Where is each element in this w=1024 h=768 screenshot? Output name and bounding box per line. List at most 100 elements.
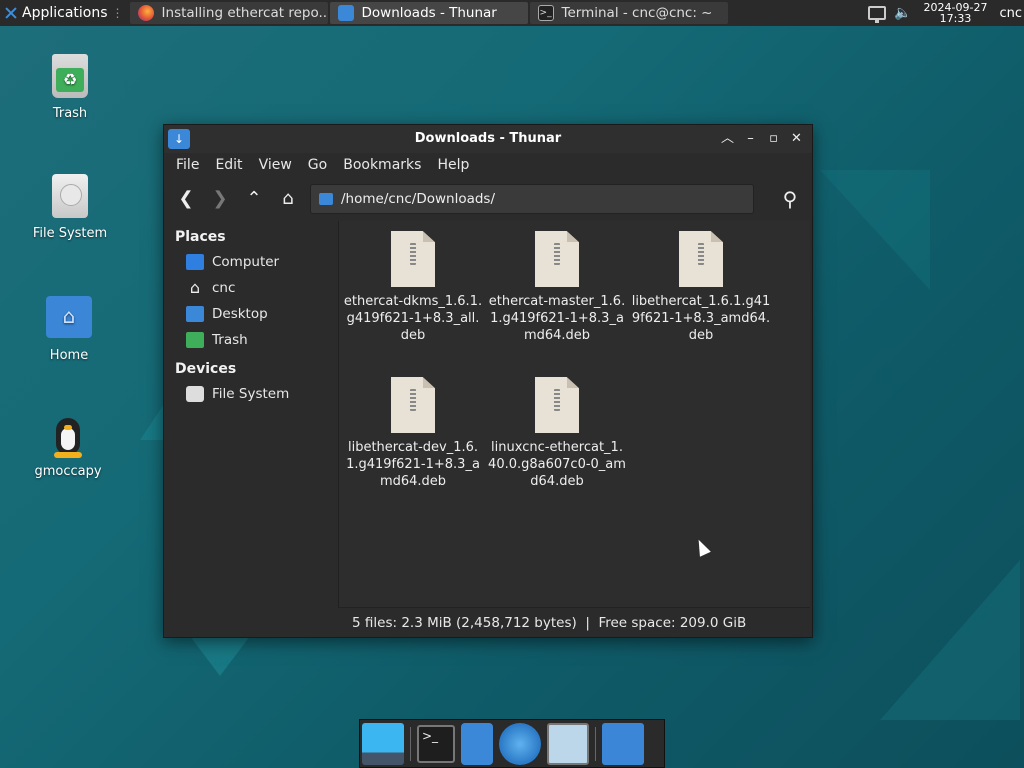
archive-file-icon: [391, 231, 435, 287]
back-button[interactable]: ❮: [170, 183, 202, 215]
forward-button[interactable]: ❯: [204, 183, 236, 215]
menu-file[interactable]: File: [168, 157, 207, 173]
search-button[interactable]: ⚲: [774, 183, 806, 215]
wallpaper-shard: [880, 560, 1020, 720]
taskbar-item-label: Installing ethercat repo...: [161, 5, 328, 21]
menu-view[interactable]: View: [251, 157, 300, 173]
taskbar-item-label: Downloads - Thunar: [361, 5, 497, 21]
user-menu[interactable]: cnc: [999, 6, 1024, 21]
desktop-icon-label: Home: [49, 348, 89, 363]
sidebar-item-cnc[interactable]: ⌂ cnc: [164, 275, 338, 301]
file-name: libethercat_1.6.1.g419f621-1+8.3_amd64.d…: [631, 294, 771, 343]
menubar: File Edit View Go Bookmarks Help: [164, 153, 812, 177]
toolbar: ❮ ❯ ⌃ ⌂ /home/cnc/Downloads/ ⚲: [164, 177, 812, 221]
terminal-icon: >_: [537, 5, 554, 21]
tux-penguin-icon: [48, 412, 88, 460]
desktop-icon-label: File System: [32, 226, 108, 241]
dock-separator: [410, 726, 411, 761]
desktop-icon-home[interactable]: Home: [19, 292, 119, 363]
dock: >_: [359, 719, 665, 768]
window-title: Downloads - Thunar: [414, 131, 562, 146]
clock[interactable]: 2024-09-27 17:33: [920, 2, 992, 24]
sidebar-item-file-system[interactable]: File System: [164, 381, 338, 407]
show-desktop-button[interactable]: [362, 722, 404, 765]
parent-folder-button[interactable]: ⌃: [238, 183, 270, 215]
menu-go[interactable]: Go: [300, 157, 335, 173]
applications-menu-button[interactable]: Applications ⋮: [0, 0, 128, 26]
desktop-icon-label: Trash: [52, 106, 88, 121]
taskbar-item-firefox[interactable]: Installing ethercat repo...: [129, 2, 328, 24]
menu-bookmarks[interactable]: Bookmarks: [335, 157, 429, 173]
archive-file-icon: [535, 231, 579, 287]
desktop-icon-trash[interactable]: Trash: [20, 52, 120, 121]
minimize-button[interactable]: –: [741, 129, 760, 148]
app-finder-launcher[interactable]: [547, 722, 589, 765]
file-item[interactable]: libethercat-dev_1.6.1.g419f621-1+8.3_amd…: [343, 377, 483, 490]
system-tray: 🔈 2024-09-27 17:33 cnc: [868, 0, 1024, 26]
sidebar-item-computer[interactable]: Computer: [164, 249, 338, 275]
wallpaper-shard: [190, 636, 250, 676]
network-icon[interactable]: [868, 6, 887, 23]
drive-icon: [186, 386, 204, 402]
panel-separator: ⋮: [111, 6, 124, 20]
file-name: ethercat-master_1.6.1.g419f621-1+8.3_amd…: [488, 294, 626, 343]
window-titlebar[interactable]: ↓ Downloads - Thunar ︿ – ▫ ✕: [164, 125, 812, 153]
maximize-button[interactable]: ▫: [764, 129, 783, 148]
sidebar-heading-places: Places: [175, 229, 226, 245]
file-name: ethercat-dkms_1.6.1.g419f621-1+8.3_all.d…: [343, 294, 483, 343]
chevron-up-icon: ⌃: [246, 188, 262, 209]
drive-icon: [52, 174, 88, 218]
file-item[interactable]: ethercat-dkms_1.6.1.g419f621-1+8.3_all.d…: [343, 231, 483, 344]
close-button[interactable]: ✕: [787, 129, 806, 148]
home-button[interactable]: ⌂: [272, 183, 304, 215]
sidebar-item-label: Computer: [212, 254, 280, 270]
file-view[interactable]: ethercat-dkms_1.6.1.g419f621-1+8.3_all.d…: [339, 221, 810, 607]
desktop-icon-file-system[interactable]: File System: [20, 172, 120, 241]
desktop-icon-gmoccapy[interactable]: gmoccapy: [18, 412, 118, 479]
taskbar-item-thunar[interactable]: Downloads - Thunar: [329, 2, 528, 24]
sidebar-item-label: cnc: [212, 280, 236, 296]
home-icon: ⌂: [282, 188, 294, 209]
status-bar: 5 files: 2.3 MiB (2,458,712 bytes) | Fre…: [338, 607, 810, 637]
chevron-right-icon: ❯: [212, 188, 228, 209]
menu-help[interactable]: Help: [429, 157, 477, 173]
file-name: libethercat-dev_1.6.1.g419f621-1+8.3_amd…: [346, 440, 480, 489]
home-icon: ⌂: [189, 278, 201, 297]
archive-file-icon: [535, 377, 579, 433]
sidebar-item-label: File System: [212, 386, 290, 402]
menu-edit[interactable]: Edit: [207, 157, 250, 173]
terminal-icon: >_: [422, 728, 439, 743]
thunar-window: ↓ Downloads - Thunar ︿ – ▫ ✕ File Edit V…: [163, 124, 813, 638]
clock-time: 17:33: [939, 12, 972, 25]
sidebar-heading-devices: Devices: [175, 361, 237, 377]
trash-icon: [186, 332, 204, 348]
trash-icon: [52, 54, 88, 98]
taskbar-item-terminal[interactable]: >_ Terminal - cnc@cnc: ~: [529, 2, 728, 24]
web-browser-launcher[interactable]: [499, 722, 541, 765]
folder-launcher[interactable]: [602, 722, 644, 765]
file-item[interactable]: libethercat_1.6.1.g419f621-1+8.3_amd64.d…: [631, 231, 771, 344]
home-folder-icon: [46, 296, 92, 338]
shade-button[interactable]: ︿: [718, 129, 737, 148]
archive-file-icon: [391, 377, 435, 433]
sidebar-item-desktop[interactable]: Desktop: [164, 301, 338, 327]
sidebar-item-label: Desktop: [212, 306, 268, 322]
applications-label: Applications: [22, 5, 108, 21]
archive-file-icon: [679, 231, 723, 287]
sidebar-item-label: Trash: [212, 332, 248, 348]
file-manager-launcher[interactable]: [461, 722, 493, 765]
file-item[interactable]: ethercat-master_1.6.1.g419f621-1+8.3_amd…: [487, 231, 627, 344]
location-bar[interactable]: /home/cnc/Downloads/: [310, 184, 754, 214]
file-name: linuxcnc-ethercat_1.40.0.g8a607c0-0_amd6…: [488, 440, 626, 489]
volume-icon[interactable]: 🔈: [894, 5, 911, 21]
sidebar-item-trash[interactable]: Trash: [164, 327, 338, 353]
chevron-left-icon: ❮: [178, 188, 194, 209]
xfce-logo-icon: [4, 6, 18, 20]
terminal-launcher[interactable]: >_: [417, 724, 455, 763]
taskbar-item-label: Terminal - cnc@cnc: ~: [561, 5, 713, 21]
location-path: /home/cnc/Downloads/: [341, 191, 496, 207]
top-panel: Applications ⋮ Installing ethercat repo.…: [0, 0, 1024, 26]
wallpaper-shard: [820, 170, 930, 290]
desktop-folder-icon: [186, 306, 204, 322]
file-item[interactable]: linuxcnc-ethercat_1.40.0.g8a607c0-0_amd6…: [487, 377, 627, 490]
